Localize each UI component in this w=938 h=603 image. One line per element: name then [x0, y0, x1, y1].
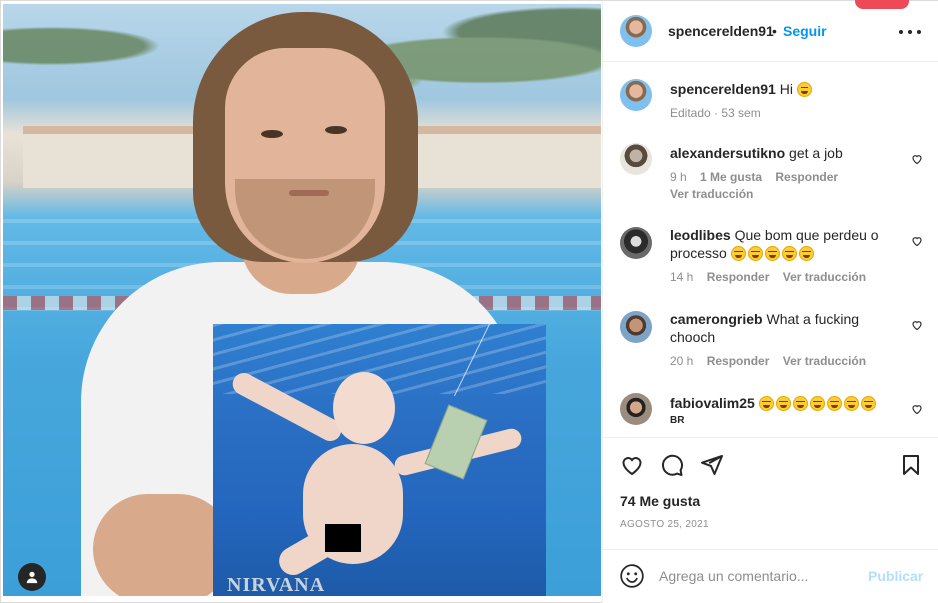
post-sidebar: spencerelden91 • Seguir spencerelden91 H… — [602, 0, 938, 603]
comment-username[interactable]: fabiovalim25 — [670, 395, 755, 411]
comment-composer: Publicar — [603, 549, 938, 603]
more-options-icon[interactable] — [899, 23, 921, 41]
comment-like-icon[interactable] — [911, 319, 923, 331]
comment-like-icon[interactable] — [911, 235, 923, 247]
comment-username[interactable]: leodlibes — [670, 227, 731, 243]
comment-translate-wrap: Ver traducción — [670, 187, 753, 201]
post-date: AGOSTO 25, 2021 — [620, 519, 709, 530]
author-avatar[interactable] — [620, 15, 652, 47]
author-username[interactable]: spencerelden91 — [668, 23, 774, 39]
comment-item: camerongrieb What a fucking chooch 20 h … — [603, 309, 938, 375]
notification-badge — [855, 0, 909, 9]
laughing-emoji-icon — [809, 396, 825, 411]
laugh-emojis — [730, 245, 816, 261]
comment-text: leodlibes Que bom que perdeu o processo — [670, 226, 900, 262]
laughing-emoji-icon — [758, 396, 774, 411]
caption: spencerelden91 Hi Editado · 53 sem — [603, 77, 938, 127]
comment-item: fabiovalim25 BR — [603, 393, 938, 437]
emoji-icon[interactable] — [619, 563, 645, 589]
translate-button[interactable]: Ver traducción — [670, 187, 753, 201]
follow-button[interactable]: Seguir — [783, 23, 827, 39]
comment-avatar[interactable] — [620, 393, 652, 425]
laughing-emoji-icon — [860, 396, 876, 411]
comment-time: 14 h — [670, 270, 694, 284]
separator-dot: • — [772, 23, 777, 39]
comment-body: get a job — [789, 145, 843, 161]
comment-text: alexandersutikno get a job — [670, 144, 900, 162]
reply-button[interactable]: Responder — [707, 354, 770, 368]
like-count[interactable]: 74 Me gusta — [620, 493, 700, 509]
comment-icon[interactable] — [660, 453, 684, 477]
comment-like-icon[interactable] — [911, 403, 923, 415]
caption-avatar[interactable] — [620, 79, 652, 111]
laughing-emoji-icon — [730, 246, 746, 261]
comment-time: 20 h — [670, 354, 694, 368]
comment-meta: 20 h Responder Ver traducción — [670, 354, 866, 368]
comment-username[interactable]: alexandersutikno — [670, 145, 785, 161]
album-cover: NIRVANA — [213, 324, 546, 596]
laughing-emoji-icon — [798, 246, 814, 261]
publish-button[interactable]: Publicar — [868, 568, 923, 584]
comment-meta: 14 h Responder Ver traducción — [670, 270, 866, 284]
comment-text: fabiovalim25 — [670, 394, 900, 412]
photo-person-mouth — [289, 190, 329, 196]
comment-text: camerongrieb What a fucking chooch — [670, 310, 870, 346]
comment-likes[interactable]: 1 Me gusta — [700, 170, 762, 184]
laughing-emoji-icon — [764, 246, 780, 261]
caption-text: spencerelden91 Hi — [670, 80, 900, 98]
laugh-emojis — [758, 395, 878, 411]
share-icon[interactable] — [700, 453, 724, 477]
post-modal: NIRVANA spencerelden91 • Seguir spencere… — [0, 0, 938, 603]
comment-like-icon[interactable] — [911, 153, 923, 165]
reply-button[interactable]: Responder — [775, 170, 838, 184]
comment-subtext: BR — [670, 415, 685, 426]
comment-time: 9 h — [670, 170, 687, 184]
post-header: spencerelden91 • Seguir — [603, 0, 938, 62]
action-bar: 74 Me gusta AGOSTO 25, 2021 — [603, 437, 938, 549]
photo-person-eye-right — [325, 126, 347, 134]
comment-avatar[interactable] — [620, 143, 652, 175]
laughing-emoji-icon — [775, 396, 791, 411]
laughing-emoji-icon — [843, 396, 859, 411]
photo-person-eye-left — [261, 130, 283, 138]
laughing-emoji-icon — [747, 246, 763, 261]
laughing-emoji-icon — [781, 246, 797, 261]
comment-avatar[interactable] — [620, 227, 652, 259]
caption-body: Hi — [779, 81, 793, 97]
photo-person-hand — [93, 494, 233, 596]
laughing-emoji-icon — [826, 396, 842, 411]
comment-input[interactable] — [659, 564, 859, 588]
comments-list[interactable]: spencerelden91 Hi Editado · 53 sem alexa… — [603, 63, 938, 437]
post-photo[interactable]: NIRVANA — [3, 4, 601, 596]
reply-button[interactable]: Responder — [707, 270, 770, 284]
comment-avatar[interactable] — [620, 311, 652, 343]
bookmark-icon[interactable] — [899, 453, 923, 477]
translate-button[interactable]: Ver traducción — [783, 354, 866, 368]
translate-button[interactable]: Ver traducción — [783, 270, 866, 284]
laughing-emoji-icon — [792, 396, 808, 411]
comment-item: leodlibes Que bom que perdeu o processo … — [603, 225, 938, 291]
album-band-name: NIRVANA — [227, 574, 326, 596]
comment-username[interactable]: camerongrieb — [670, 311, 763, 327]
censor-box — [325, 524, 361, 552]
comment-meta: 9 h 1 Me gusta Responder — [670, 170, 838, 184]
smile-emoji-icon — [796, 82, 812, 97]
caption-username[interactable]: spencerelden91 — [670, 81, 776, 97]
user-tag-icon[interactable] — [18, 563, 46, 591]
caption-meta: Editado · 53 sem — [670, 106, 761, 120]
comment-item: alexandersutikno get a job 9 h 1 Me gust… — [603, 141, 938, 207]
heart-icon[interactable] — [620, 453, 644, 477]
album-baby-head — [333, 372, 395, 444]
